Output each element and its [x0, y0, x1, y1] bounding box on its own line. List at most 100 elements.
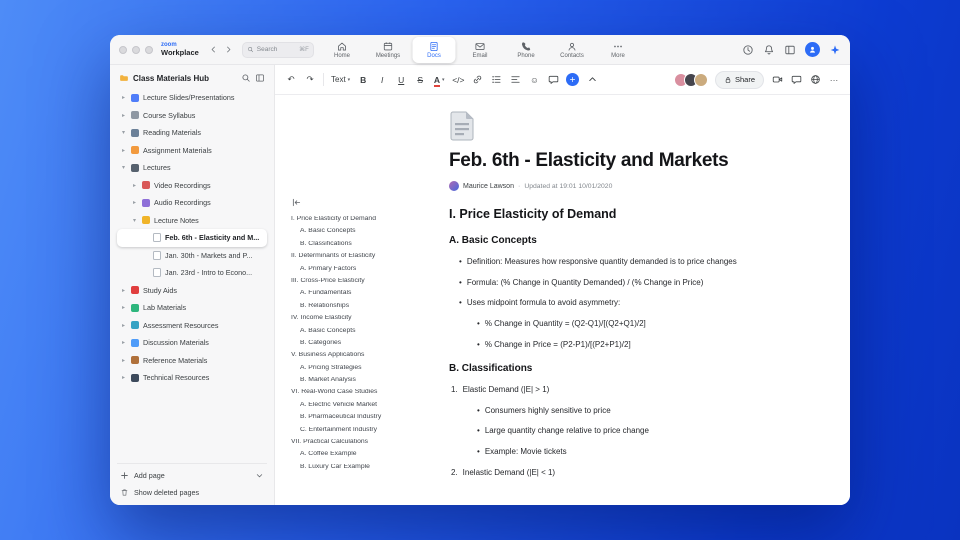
doc-block[interactable]: • Large quantity change relative to pric…: [449, 426, 816, 435]
sidebar-search-icon[interactable]: [241, 73, 251, 83]
text-style-dropdown[interactable]: Text ▾: [331, 71, 350, 89]
tree-chevron-icon[interactable]: [120, 374, 127, 381]
doc-block[interactable]: A. Basic Concepts: [449, 235, 816, 246]
collapse-outline-button[interactable]: [291, 197, 302, 208]
tree-chevron-icon[interactable]: [120, 322, 127, 329]
outline-item[interactable]: V. Business Applications: [291, 352, 399, 359]
panel-toggle-button[interactable]: [784, 44, 796, 56]
share-button[interactable]: Share: [714, 70, 764, 89]
maximize-window-button[interactable]: [145, 45, 153, 54]
tree-chevron-icon[interactable]: [120, 287, 127, 294]
collapse-toolbar-button[interactable]: [586, 71, 598, 89]
align-button[interactable]: [509, 71, 521, 89]
code-button[interactable]: </>: [452, 71, 464, 89]
tree-chevron-icon[interactable]: [120, 112, 127, 119]
doc-block[interactable]: • Definition: Measures how responsive qu…: [449, 257, 816, 266]
sidebar-tree-item[interactable]: Reference Materials: [117, 352, 267, 370]
outline-item[interactable]: A. Electric Vehicle Market: [291, 402, 399, 409]
show-deleted-pages-button[interactable]: Show deleted pages: [117, 488, 267, 497]
outline-item[interactable]: A. Coffee Example: [291, 451, 399, 458]
history-clock-button[interactable]: [742, 44, 754, 56]
outline-item[interactable]: VII. Practical Calculations: [291, 439, 399, 446]
tree-chevron-icon[interactable]: [120, 304, 127, 311]
tree-chevron-icon[interactable]: [120, 129, 127, 136]
sidebar-tree-item[interactable]: Feb. 6th - Elasticity and M...: [117, 229, 267, 247]
document-title[interactable]: Feb. 6th - Elasticity and Markets: [449, 150, 816, 172]
doc-block[interactable]: B. Classifications: [449, 363, 816, 374]
doc-block[interactable]: • % Change in Price = (P2-P1)/[(P2+P1)/2…: [449, 340, 816, 349]
document-page[interactable]: Feb. 6th - Elasticity and Markets Mauric…: [403, 95, 850, 505]
tree-chevron-icon[interactable]: [120, 164, 127, 171]
nav-tab[interactable]: More: [597, 37, 640, 63]
sidebar-tree-item[interactable]: Technical Resources: [117, 369, 267, 387]
nav-tab[interactable]: Docs: [412, 37, 456, 63]
redo-button[interactable]: ↷: [304, 71, 316, 89]
link-button[interactable]: [471, 71, 483, 89]
sidebar-tree-item[interactable]: Lecture Slides/Presentations: [117, 89, 267, 107]
user-avatar[interactable]: [805, 42, 820, 57]
outline-item[interactable]: B. Categories: [291, 340, 399, 347]
nav-tab[interactable]: Phone: [505, 37, 548, 63]
doc-block[interactable]: • % Change in Quantity = (Q2-Q1)/[(Q2+Q1…: [449, 319, 816, 328]
sidebar-tree-item[interactable]: Assessment Resources: [117, 317, 267, 335]
ai-companion-button[interactable]: [829, 44, 841, 56]
collaborator-avatars[interactable]: [673, 72, 708, 87]
doc-block[interactable]: • Consumers highly sensitive to price: [449, 406, 816, 415]
underline-button[interactable]: U: [395, 71, 407, 89]
outline-item[interactable]: II. Determinants of Elasticity: [291, 253, 399, 260]
outline-item[interactable]: A. Primary Factors: [291, 266, 399, 273]
minimize-window-button[interactable]: [132, 45, 140, 54]
doc-block[interactable]: 2. Inelastic Demand (|E| < 1): [449, 468, 816, 477]
outline-item[interactable]: A. Basic Concepts: [291, 328, 399, 335]
tree-chevron-icon[interactable]: [131, 217, 138, 224]
doc-block[interactable]: I. Price Elasticity of Demand: [449, 207, 816, 221]
nav-tab[interactable]: Home: [321, 37, 364, 63]
doc-block[interactable]: • Example: Movie tickets: [449, 447, 816, 456]
sidebar-tree-item[interactable]: Video Recordings: [117, 177, 267, 195]
forward-button[interactable]: [221, 42, 236, 57]
sidebar-tree-item[interactable]: Lectures: [117, 159, 267, 177]
text-color-button[interactable]: A ▾: [433, 71, 445, 89]
doc-block[interactable]: • Uses midpoint formula to avoid asymmet…: [449, 298, 816, 307]
tree-chevron-icon[interactable]: [131, 182, 138, 189]
back-button[interactable]: [206, 42, 221, 57]
outline-item[interactable]: B. Market Analysis: [291, 377, 399, 384]
bulleted-list-button[interactable]: [490, 71, 502, 89]
doc-block[interactable]: 1. Elastic Demand (|E| > 1): [449, 385, 816, 394]
global-search[interactable]: Search ⌘F: [241, 41, 314, 58]
strikethrough-button[interactable]: S: [414, 71, 426, 89]
more-options-button[interactable]: ···: [828, 71, 840, 89]
outline-item[interactable]: A. Basic Concepts: [291, 228, 399, 235]
language-globe-button[interactable]: [809, 71, 821, 89]
collaborator-avatar[interactable]: [693, 72, 708, 87]
outline-item[interactable]: IV. Income Elasticity: [291, 315, 399, 322]
outline-item[interactable]: B. Relationships: [291, 303, 399, 310]
outline-item[interactable]: VI. Real-World Case Studies: [291, 389, 399, 396]
outline-item[interactable]: C. Entertainment Industry: [291, 427, 399, 434]
tree-chevron-icon[interactable]: [131, 199, 138, 206]
outline-item[interactable]: A. Fundamentals: [291, 290, 399, 297]
outline-item[interactable]: III. Cross-Price Elasticity: [291, 278, 399, 285]
doc-block[interactable]: • Formula: (% Change in Quantity Demande…: [449, 278, 816, 287]
sidebar-tree-item[interactable]: Reading Materials: [117, 124, 267, 142]
start-video-button[interactable]: [771, 71, 783, 89]
outline-item[interactable]: B. Luxury Car Example: [291, 464, 399, 471]
outline-item[interactable]: A. Pricing Strategies: [291, 365, 399, 372]
tree-chevron-icon[interactable]: [120, 339, 127, 346]
sidebar-tree-item[interactable]: Assignment Materials: [117, 142, 267, 160]
comment-button[interactable]: [547, 71, 559, 89]
sidebar-tree-item[interactable]: Lecture Notes: [117, 212, 267, 230]
sidebar-tree-item[interactable]: Study Aids: [117, 282, 267, 300]
nav-tab[interactable]: Meetings: [367, 37, 410, 63]
italic-button[interactable]: I: [376, 71, 388, 89]
nav-tab[interactable]: Contacts: [551, 37, 594, 63]
notifications-bell-button[interactable]: [763, 44, 775, 56]
nav-tab[interactable]: Email: [459, 37, 502, 63]
emoji-button[interactable]: ☺: [528, 71, 540, 89]
close-window-button[interactable]: [119, 45, 127, 54]
sidebar-tree-item[interactable]: Discussion Materials: [117, 334, 267, 352]
undo-button[interactable]: ↶: [285, 71, 297, 89]
sidebar-tree-item[interactable]: Course Syllabus: [117, 107, 267, 125]
sidebar-tree-item[interactable]: Jan. 23rd - Intro to Econo...: [117, 264, 267, 282]
sidebar-tree-item[interactable]: Jan. 30th - Markets and P...: [117, 247, 267, 265]
